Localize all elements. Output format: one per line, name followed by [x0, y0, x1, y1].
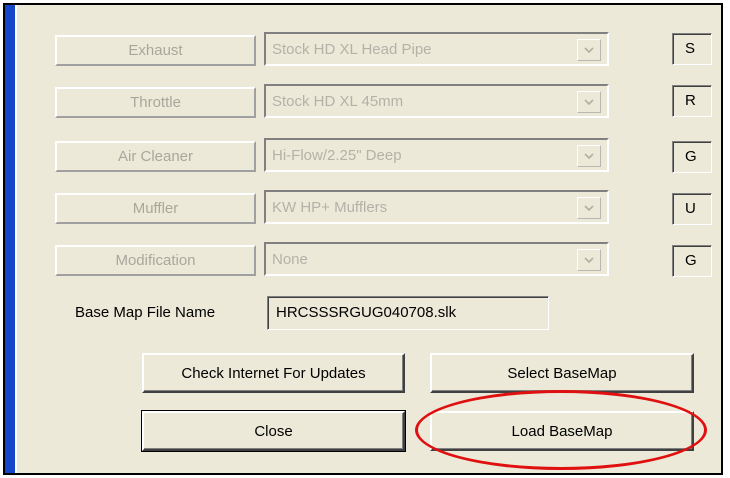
throttle-select-value: Stock HD XL 45mm [272, 93, 404, 110]
air-cleaner-select-value: Hi-Flow/2.25" Deep [272, 147, 402, 164]
muffler-select[interactable]: KW HP+ Mufflers [264, 190, 609, 224]
load-basemap-button[interactable]: Load BaseMap [430, 411, 694, 451]
exhaust-code: S [672, 33, 712, 65]
exhaust-select[interactable]: Stock HD XL Head Pipe [264, 32, 609, 66]
dialog-window: Exhaust Stock HD XL Head Pipe S Throttle… [3, 3, 723, 475]
air-cleaner-select[interactable]: Hi-Flow/2.25" Deep [264, 138, 609, 172]
dialog-body: Exhaust Stock HD XL Head Pipe S Throttle… [15, 5, 721, 473]
throttle-select[interactable]: Stock HD XL 45mm [264, 84, 609, 118]
close-button-label: Close [254, 422, 293, 440]
base-map-label: Base Map File Name [75, 304, 216, 321]
exhaust-select-value: Stock HD XL Head Pipe [272, 41, 432, 58]
exhaust-button-label: Exhaust [128, 42, 183, 59]
chevron-down-icon[interactable] [577, 145, 601, 167]
throttle-button-label: Throttle [130, 94, 181, 111]
chevron-down-icon[interactable] [577, 249, 601, 271]
chevron-down-icon[interactable] [577, 39, 601, 61]
chevron-down-icon[interactable] [577, 91, 601, 113]
exhaust-button[interactable]: Exhaust [55, 35, 256, 66]
close-button[interactable]: Close [141, 410, 406, 452]
select-basemap-button-label: Select BaseMap [507, 364, 617, 382]
muffler-code: U [672, 193, 712, 225]
modification-select[interactable]: None [264, 242, 609, 276]
chevron-down-icon[interactable] [577, 197, 601, 219]
muffler-button[interactable]: Muffler [55, 193, 256, 224]
air-cleaner-code: G [672, 141, 712, 173]
window-edge [5, 5, 15, 473]
select-basemap-button[interactable]: Select BaseMap [430, 353, 694, 393]
air-cleaner-button-label: Air Cleaner [117, 148, 194, 165]
air-cleaner-button[interactable]: Air Cleaner [55, 141, 256, 172]
check-updates-button-label: Check Internet For Updates [181, 364, 366, 382]
modification-select-value: None [272, 251, 308, 268]
muffler-button-label: Muffler [132, 200, 179, 217]
throttle-button[interactable]: Throttle [55, 87, 256, 118]
throttle-code: R [672, 85, 712, 117]
load-basemap-button-label: Load BaseMap [511, 422, 613, 440]
base-map-field[interactable]: HRCSSSRGUG040708.slk [267, 296, 549, 330]
check-updates-button[interactable]: Check Internet For Updates [142, 353, 405, 393]
modification-code: G [672, 245, 712, 277]
modification-button[interactable]: Modification [55, 245, 256, 276]
modification-button-label: Modification [115, 252, 196, 269]
muffler-select-value: KW HP+ Mufflers [272, 199, 388, 216]
